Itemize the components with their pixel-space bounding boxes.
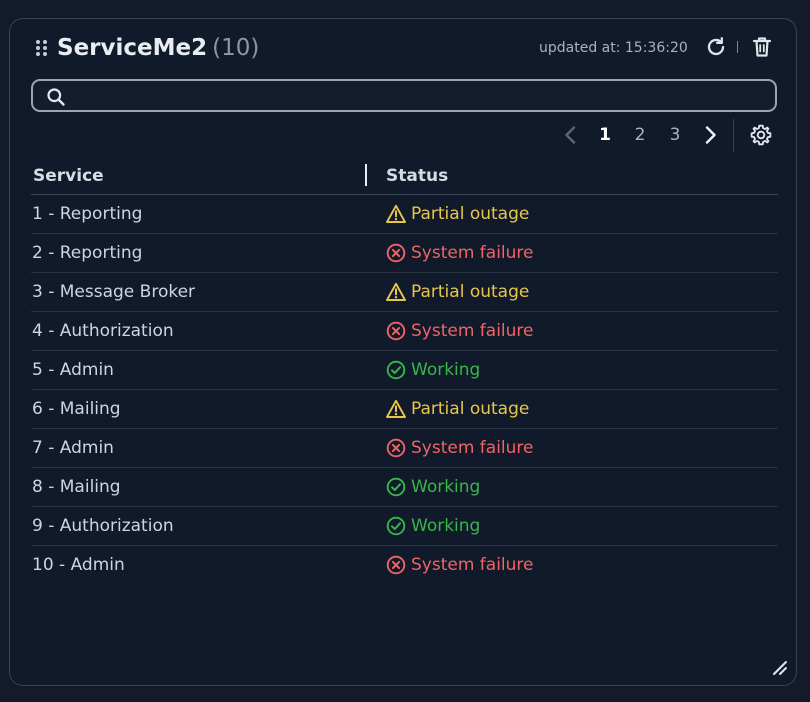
check-circle-icon xyxy=(386,516,406,536)
delete-widget-button[interactable] xyxy=(750,35,774,59)
table-row[interactable]: 5 - Admin Working xyxy=(31,351,778,390)
trash-icon xyxy=(752,37,772,57)
table-row[interactable]: 10 - Admin System failure xyxy=(31,546,778,584)
service-name: 6 - Mailing xyxy=(32,399,121,419)
warning-triangle-icon xyxy=(386,399,406,418)
table-row[interactable]: 2 - Reporting System failure xyxy=(31,234,778,273)
service-name: 1 - Reporting xyxy=(32,204,143,224)
table-row[interactable]: 6 - Mailing Partial outage xyxy=(31,390,778,429)
status-label: Partial outage xyxy=(411,282,530,302)
item-count: (10) xyxy=(212,35,260,61)
refresh-icon xyxy=(707,37,725,56)
prev-page-button[interactable] xyxy=(561,125,581,145)
service-name: 4 - Authorization xyxy=(32,321,174,341)
header-divider xyxy=(737,41,738,53)
table-row[interactable]: 8 - Mailing Working xyxy=(31,468,778,507)
widget-title: ServiceMe2 (10) xyxy=(57,33,259,63)
table-row[interactable]: 9 - Authorization Working xyxy=(31,507,778,546)
resize-handle[interactable] xyxy=(772,660,788,676)
pagination-divider xyxy=(733,119,734,152)
gear-icon xyxy=(750,124,772,146)
table-row[interactable]: 4 - Authorization System failure xyxy=(31,312,778,351)
column-header-status[interactable]: Status xyxy=(386,165,448,187)
settings-button[interactable] xyxy=(750,124,772,146)
status-label: System failure xyxy=(411,243,534,263)
table-row[interactable]: 1 - Reporting Partial outage xyxy=(31,195,778,234)
status-label: System failure xyxy=(411,321,534,341)
service-status-widget: ServiceMe2 (10) updated at: 15:36:20 1 2… xyxy=(9,18,797,686)
status-label: Working xyxy=(411,516,481,536)
page-1[interactable]: 1 xyxy=(592,121,618,149)
table-row[interactable]: 3 - Message Broker Partial outage xyxy=(31,273,778,312)
table-body: 1 - Reporting Partial outage 2 - Reporting… xyxy=(31,195,778,584)
updated-timestamp: updated at: 15:36:20 xyxy=(539,40,688,56)
column-header-service[interactable]: Service xyxy=(33,165,104,187)
table-row[interactable]: 7 - Admin System failure xyxy=(31,429,778,468)
search-icon xyxy=(47,88,65,106)
x-circle-icon xyxy=(386,321,406,341)
service-name: 7 - Admin xyxy=(32,438,114,458)
page-2[interactable]: 2 xyxy=(627,121,653,149)
refresh-button[interactable] xyxy=(704,35,728,59)
service-name: 10 - Admin xyxy=(32,555,125,575)
service-name: 5 - Admin xyxy=(32,360,114,380)
status-label: Working xyxy=(411,360,481,380)
drag-handle-icon[interactable] xyxy=(36,40,48,56)
search-input[interactable] xyxy=(75,84,769,109)
status-label: System failure xyxy=(411,438,534,458)
next-page-button[interactable] xyxy=(700,125,720,145)
status-label: Working xyxy=(411,477,481,497)
service-name: 3 - Message Broker xyxy=(32,282,196,302)
status-label: Partial outage xyxy=(411,204,530,224)
x-circle-icon xyxy=(386,555,406,575)
widget-header: ServiceMe2 (10) updated at: 15:36:20 xyxy=(10,19,796,77)
search-bar[interactable] xyxy=(31,79,777,112)
x-circle-icon xyxy=(386,243,406,263)
service-name: 2 - Reporting xyxy=(32,243,143,263)
services-table: Service Status 1 - Reporting Partial outa… xyxy=(31,157,778,584)
check-circle-icon xyxy=(386,360,406,380)
widget-title-text: ServiceMe2 xyxy=(57,35,208,61)
table-header: Service Status xyxy=(31,157,778,195)
service-name: 9 - Authorization xyxy=(32,516,174,536)
warning-triangle-icon xyxy=(386,282,406,301)
column-resizer[interactable] xyxy=(365,164,367,186)
warning-triangle-icon xyxy=(386,204,406,223)
x-circle-icon xyxy=(386,438,406,458)
service-name: 8 - Mailing xyxy=(32,477,121,497)
status-label: System failure xyxy=(411,555,534,575)
check-circle-icon xyxy=(386,477,406,497)
resize-corner-icon xyxy=(773,661,787,675)
status-label: Partial outage xyxy=(411,399,530,419)
chevron-right-icon xyxy=(705,126,716,144)
page-3[interactable]: 3 xyxy=(662,121,688,149)
chevron-left-icon xyxy=(565,126,576,144)
